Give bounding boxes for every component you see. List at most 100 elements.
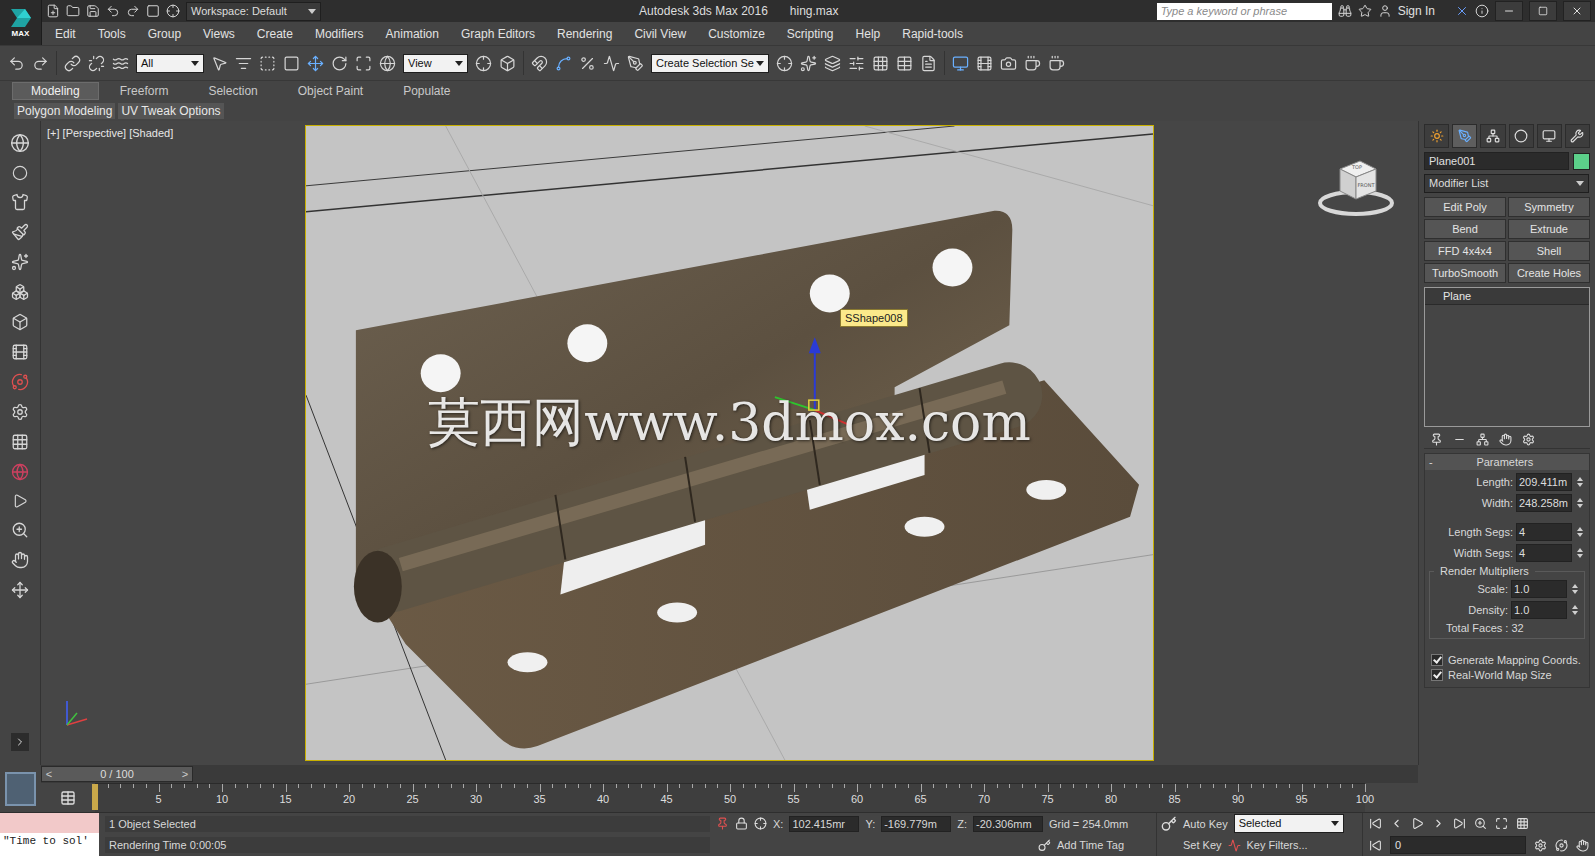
perspective-viewport[interactable]: [+] [Perspective] [Shaded]SShape008莫西网ww…: [41, 121, 1418, 765]
place-icon[interactable]: [379, 55, 396, 72]
array-icon[interactable]: [800, 55, 817, 72]
track-bar-toggle-icon[interactable]: [60, 790, 76, 806]
isolate-icon[interactable]: [716, 817, 729, 830]
selection-region-icon[interactable]: [259, 55, 276, 72]
ribbon-panel[interactable]: UV Tweak Options: [118, 103, 223, 119]
modifier-button[interactable]: Extrude: [1508, 219, 1590, 239]
default-tangents-icon[interactable]: [1228, 839, 1241, 852]
menu-item[interactable]: Rapid-tools: [891, 27, 974, 41]
display-tab[interactable]: [1537, 124, 1562, 148]
spinner-up-icon[interactable]: [1577, 477, 1583, 481]
go-to-start-icon[interactable]: [1369, 817, 1382, 830]
manipulate-icon[interactable]: [499, 55, 516, 72]
frame-ruler[interactable]: 5101520253035404550556065707580859095100: [95, 783, 1365, 812]
paint-icon[interactable]: [11, 223, 29, 241]
menu-item[interactable]: Graph Editors: [450, 27, 546, 41]
material-editor-icon[interactable]: [952, 55, 969, 72]
redo-icon[interactable]: [32, 55, 49, 72]
ribbon-panel[interactable]: Polygon Modeling: [14, 103, 115, 119]
zoom-all-icon[interactable]: [1516, 817, 1529, 830]
ribbon-tab[interactable]: Object Paint: [279, 82, 382, 100]
object-color-swatch[interactable]: [1573, 153, 1590, 170]
parameter-field[interactable]: 209.411m: [1516, 473, 1572, 491]
selection-lock-icon[interactable]: [735, 817, 748, 830]
add-time-tag[interactable]: Add Time Tag: [1057, 839, 1124, 851]
checkbox-row[interactable]: Real-World Map Size: [1425, 669, 1589, 681]
render-icon[interactable]: [166, 4, 180, 18]
layer-explorer-icon[interactable]: [848, 55, 865, 72]
absolute-mode-icon[interactable]: [754, 817, 767, 830]
motion-tab[interactable]: [1509, 124, 1534, 148]
unlink-icon[interactable]: [88, 55, 105, 72]
media-icon[interactable]: [11, 343, 29, 361]
pin-stack-icon[interactable]: [1430, 433, 1443, 446]
zoom-viewport-icon[interactable]: [1474, 817, 1487, 830]
minimize-button[interactable]: [1495, 1, 1523, 21]
spinner[interactable]: [1575, 527, 1585, 537]
favorites-icon[interactable]: [1358, 4, 1372, 18]
time-slider-thumb[interactable]: <0 / 100>: [41, 766, 193, 782]
ribbon-tab[interactable]: Selection: [189, 82, 276, 100]
render-production-icon[interactable]: [1024, 55, 1041, 72]
box-icon[interactable]: [11, 313, 29, 331]
spinner-down-icon[interactable]: [1577, 483, 1583, 487]
bind-space-warp-icon[interactable]: [112, 55, 129, 72]
scale-icon[interactable]: [355, 55, 372, 72]
user-icon[interactable]: [1378, 4, 1392, 18]
snap-toggle-icon[interactable]: [531, 55, 548, 72]
modify-tab[interactable]: [1452, 124, 1477, 148]
modifier-button[interactable]: Shell: [1508, 241, 1590, 261]
menu-item[interactable]: Help: [845, 27, 892, 41]
search-field[interactable]: Type a keyword or phrase: [1157, 3, 1332, 20]
ribbon-tab[interactable]: Populate: [384, 82, 469, 100]
spinner[interactable]: [1570, 605, 1580, 615]
particles-icon[interactable]: [11, 253, 29, 271]
spinner[interactable]: [1575, 548, 1585, 558]
spinner-snap-icon[interactable]: [603, 55, 620, 72]
parameter-field[interactable]: 4: [1516, 544, 1572, 562]
zoom-icon[interactable]: [11, 521, 29, 539]
menu-item[interactable]: Group: [137, 27, 192, 41]
undo-icon[interactable]: [8, 55, 25, 72]
key-mode-toggle-icon[interactable]: [1369, 839, 1382, 852]
ribbon-tab[interactable]: Modeling: [12, 82, 99, 100]
grid-icon[interactable]: [11, 433, 29, 451]
modifier-button[interactable]: FFD 4x4x4: [1424, 241, 1506, 261]
pan-icon[interactable]: [11, 551, 29, 569]
menu-item[interactable]: Civil View: [623, 27, 697, 41]
render-setup-icon[interactable]: [976, 55, 993, 72]
menu-item[interactable]: Scripting: [776, 27, 845, 41]
maximize-button[interactable]: [1529, 1, 1557, 21]
settings-icon[interactable]: [11, 403, 29, 421]
parameter-field[interactable]: 1.0: [1511, 580, 1567, 598]
curve-editor-icon[interactable]: [896, 55, 913, 72]
key-filters-button[interactable]: Key Filters...: [1247, 839, 1308, 851]
parameter-field[interactable]: 1.0: [1511, 601, 1567, 619]
window-crossing-icon[interactable]: [283, 55, 300, 72]
search-binoculars-icon[interactable]: [1338, 4, 1352, 18]
checkbox[interactable]: [1431, 654, 1443, 666]
time-configuration-icon[interactable]: [1534, 839, 1547, 852]
show-end-result-icon[interactable]: [1453, 433, 1466, 446]
exchange-icon[interactable]: [1455, 4, 1469, 18]
current-time-marker[interactable]: [92, 784, 98, 810]
orbit-icon[interactable]: [11, 373, 29, 391]
render-iterative-icon[interactable]: [1048, 55, 1065, 72]
ribbon-tab[interactable]: Freeform: [101, 82, 188, 100]
stack-item[interactable]: Plane: [1425, 288, 1589, 305]
set-key-button[interactable]: Set Key: [1183, 839, 1222, 851]
rollout-header[interactable]: -Parameters: [1425, 454, 1589, 470]
select-object-icon[interactable]: [211, 55, 228, 72]
configure-sets-icon[interactable]: [1522, 433, 1535, 446]
coordinate-field[interactable]: 102.415mr: [789, 816, 859, 832]
utilities-tab[interactable]: [1565, 124, 1590, 148]
spinner[interactable]: [1575, 477, 1585, 487]
next-frame-button[interactable]: >: [178, 768, 192, 780]
spinner-up-icon[interactable]: [1577, 527, 1583, 531]
mirror-icon[interactable]: [776, 55, 793, 72]
app-logo[interactable]: MAX: [0, 0, 42, 45]
hierarchy-tab[interactable]: [1480, 124, 1505, 148]
undo-icon[interactable]: [106, 4, 120, 18]
spinner-up-icon[interactable]: [1572, 584, 1578, 588]
current-frame-field[interactable]: 0: [1390, 836, 1526, 854]
